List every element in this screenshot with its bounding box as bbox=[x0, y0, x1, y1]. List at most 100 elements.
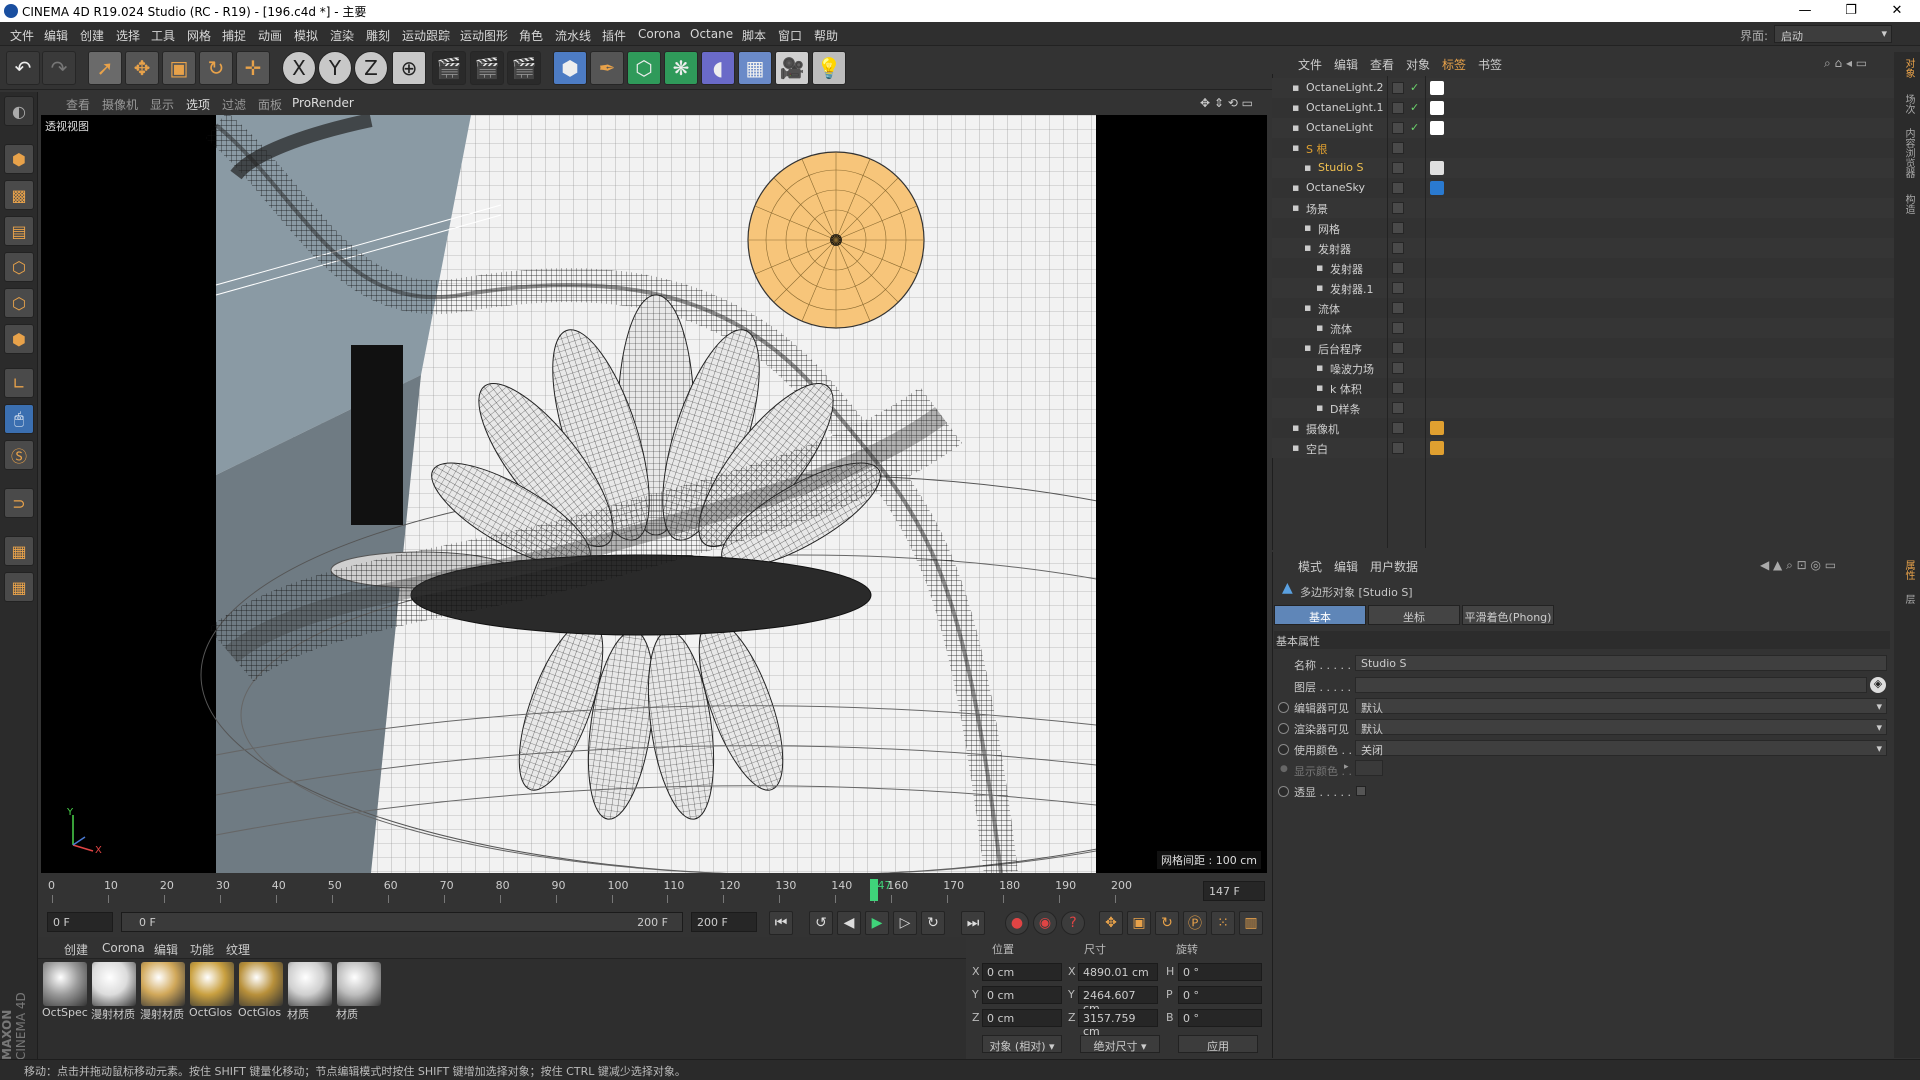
mat-menu-function[interactable]: 功能 bbox=[190, 941, 214, 958]
coord-rotation-field[interactable]: 0 ° bbox=[1178, 986, 1262, 1004]
vp-menu-filter[interactable]: 过滤 bbox=[222, 96, 246, 113]
menu-motion-tracking[interactable]: 运动跟踪 bbox=[402, 27, 450, 44]
object-row[interactable]: ▪ 流体 bbox=[1272, 298, 1894, 318]
solo-button[interactable]: ▦ bbox=[4, 572, 34, 602]
side-tab-attributes[interactable]: 属性 bbox=[1898, 560, 1916, 580]
object-row[interactable]: ▪ 发射器 bbox=[1272, 238, 1894, 258]
timeline-window-button[interactable]: ▥ bbox=[1239, 911, 1263, 935]
object-row[interactable]: ▪ 空白 bbox=[1272, 438, 1894, 458]
key-rotation-button[interactable]: ↻ bbox=[1155, 911, 1179, 935]
layout-dropdown[interactable]: 启动 ▾ bbox=[1774, 25, 1892, 43]
menu-corona[interactable]: Corona bbox=[638, 27, 681, 41]
object-row[interactable]: ▪ 网格 bbox=[1272, 218, 1894, 238]
object-tag-icon[interactable] bbox=[1430, 81, 1444, 95]
menu-window[interactable]: 窗口 bbox=[778, 27, 802, 44]
side-tab-structure[interactable]: 构造 bbox=[1898, 194, 1916, 214]
menu-simulate[interactable]: 模拟 bbox=[294, 27, 318, 44]
light-button[interactable]: 💡 bbox=[812, 51, 846, 85]
go-to-start-button[interactable]: ⏮ bbox=[769, 911, 793, 935]
material-swatch[interactable]: OctSpec bbox=[42, 962, 88, 1024]
enabled-check-icon[interactable]: ✓ bbox=[1410, 121, 1419, 134]
object-row[interactable]: ▪ 发射器 bbox=[1272, 258, 1894, 278]
record-keys-button[interactable]: ● bbox=[1005, 911, 1029, 935]
visibility-toggle[interactable] bbox=[1392, 142, 1404, 154]
visibility-toggle[interactable] bbox=[1392, 122, 1404, 134]
visibility-toggle[interactable] bbox=[1392, 442, 1404, 454]
cube-primitive-button[interactable]: ⬢ bbox=[553, 51, 587, 85]
visibility-toggle[interactable] bbox=[1392, 102, 1404, 114]
object-row[interactable]: ▪ OctaneSky bbox=[1272, 178, 1894, 198]
visibility-toggle[interactable] bbox=[1392, 362, 1404, 374]
visibility-toggle[interactable] bbox=[1392, 202, 1404, 214]
material-swatch[interactable]: 漫射材质 bbox=[91, 962, 137, 1024]
use-color-radio[interactable] bbox=[1278, 744, 1289, 755]
go-to-end-button[interactable]: ⏭ bbox=[961, 911, 985, 935]
material-swatch[interactable]: 材质 bbox=[336, 962, 382, 1024]
object-row[interactable]: ▪ 流体 bbox=[1272, 318, 1894, 338]
coord-rotation-field[interactable]: 0 ° bbox=[1178, 963, 1262, 981]
mat-menu-corona[interactable]: Corona bbox=[102, 941, 145, 955]
axis-mode-button[interactable]: ∟ bbox=[4, 368, 34, 398]
rotate-tool-button[interactable]: ↻ bbox=[199, 51, 233, 85]
visibility-toggle[interactable] bbox=[1392, 282, 1404, 294]
coord-size-field[interactable]: 4890.01 cm bbox=[1078, 963, 1158, 981]
tab-phong[interactable]: 平滑着色(Phong) bbox=[1462, 605, 1554, 625]
use-color-dropdown[interactable]: 关闭 ▾ bbox=[1355, 740, 1887, 757]
camera-button[interactable]: 🎥 bbox=[775, 51, 809, 85]
vp-menu-display[interactable]: 显示 bbox=[150, 96, 174, 113]
apply-button[interactable]: 应用 bbox=[1178, 1035, 1258, 1053]
menu-plugins[interactable]: 插件 bbox=[602, 27, 626, 44]
visibility-toggle[interactable] bbox=[1392, 342, 1404, 354]
vp-menu-options[interactable]: 选项 bbox=[186, 96, 210, 113]
cloner-button[interactable]: ❋ bbox=[664, 51, 698, 85]
lock-workplane-button[interactable]: ▦ bbox=[4, 536, 34, 566]
object-row[interactable]: ▪ Studio S bbox=[1272, 158, 1894, 178]
prev-frame-button[interactable]: ◀ bbox=[837, 911, 861, 935]
visibility-toggle[interactable] bbox=[1392, 382, 1404, 394]
editor-vis-dropdown[interactable]: 默认 ▾ bbox=[1355, 698, 1887, 715]
object-tag-icon[interactable] bbox=[1430, 121, 1444, 135]
menu-character[interactable]: 角色 bbox=[519, 27, 543, 44]
render-vis-radio[interactable] bbox=[1278, 723, 1289, 734]
menu-mograph[interactable]: 运动图形 bbox=[460, 27, 508, 44]
menu-pipeline[interactable]: 流水线 bbox=[555, 27, 591, 44]
texture-mode-button[interactable]: ▩ bbox=[4, 180, 34, 210]
key-pla-button[interactable]: ⁙ bbox=[1211, 911, 1235, 935]
tab-coordinates[interactable]: 坐标 bbox=[1368, 605, 1460, 625]
coord-position-field[interactable]: 0 cm bbox=[982, 986, 1062, 1004]
subdivision-button[interactable]: ⬡ bbox=[627, 51, 661, 85]
enabled-check-icon[interactable]: ✓ bbox=[1410, 101, 1419, 114]
coord-mode-dropdown[interactable]: 对象 (相对) ▾ bbox=[982, 1035, 1062, 1053]
side-tab-content-browser[interactable]: 内容浏览器 bbox=[1898, 128, 1916, 178]
next-key-button[interactable]: ↻ bbox=[921, 911, 945, 935]
object-row[interactable]: ▪ OctaneLight.2 ✓ bbox=[1272, 78, 1894, 98]
xray-checkbox[interactable] bbox=[1356, 786, 1366, 796]
menu-create[interactable]: 创建 bbox=[80, 27, 104, 44]
visibility-toggle[interactable] bbox=[1392, 402, 1404, 414]
points-mode-button[interactable]: ⬡ bbox=[4, 252, 34, 282]
object-row[interactable]: ▪ 发射器.1 bbox=[1272, 278, 1894, 298]
snap-button[interactable]: Ⓢ bbox=[4, 440, 34, 470]
om-search-icons[interactable]: ⌕ ⌂ ◂ ▭ bbox=[1824, 56, 1867, 71]
make-editable-button[interactable]: ◐ bbox=[4, 96, 34, 126]
object-tag-icon[interactable] bbox=[1430, 181, 1444, 195]
workplane-mode-button[interactable]: ▤ bbox=[4, 216, 34, 246]
visibility-toggle[interactable] bbox=[1392, 162, 1404, 174]
object-row[interactable]: ▪ OctaneLight.1 ✓ bbox=[1272, 98, 1894, 118]
vp-menu-panel[interactable]: 面板 bbox=[258, 96, 282, 113]
redo-button[interactable]: ↷ bbox=[42, 51, 76, 85]
visibility-toggle[interactable] bbox=[1392, 82, 1404, 94]
select-tool-button[interactable]: ➚ bbox=[88, 51, 122, 85]
coord-position-field[interactable]: 0 cm bbox=[982, 1009, 1062, 1027]
visibility-toggle[interactable] bbox=[1392, 222, 1404, 234]
minimize-button[interactable]: — bbox=[1782, 0, 1828, 22]
tweak-mode-button[interactable]: 🖱 bbox=[4, 404, 34, 434]
deformer-button[interactable]: ◖ bbox=[701, 51, 735, 85]
perspective-viewport[interactable]: 透视视图 网格间距 : 100 cm Y X bbox=[41, 115, 1267, 873]
xray-radio[interactable] bbox=[1278, 786, 1289, 797]
y-axis-lock-button[interactable]: Y bbox=[318, 51, 352, 85]
mat-menu-texture[interactable]: 纹理 bbox=[226, 941, 250, 958]
side-tab-layers[interactable]: 层 bbox=[1898, 594, 1916, 604]
menu-script[interactable]: 脚本 bbox=[742, 27, 766, 44]
recent-tool-button[interactable]: ✛ bbox=[236, 51, 270, 85]
